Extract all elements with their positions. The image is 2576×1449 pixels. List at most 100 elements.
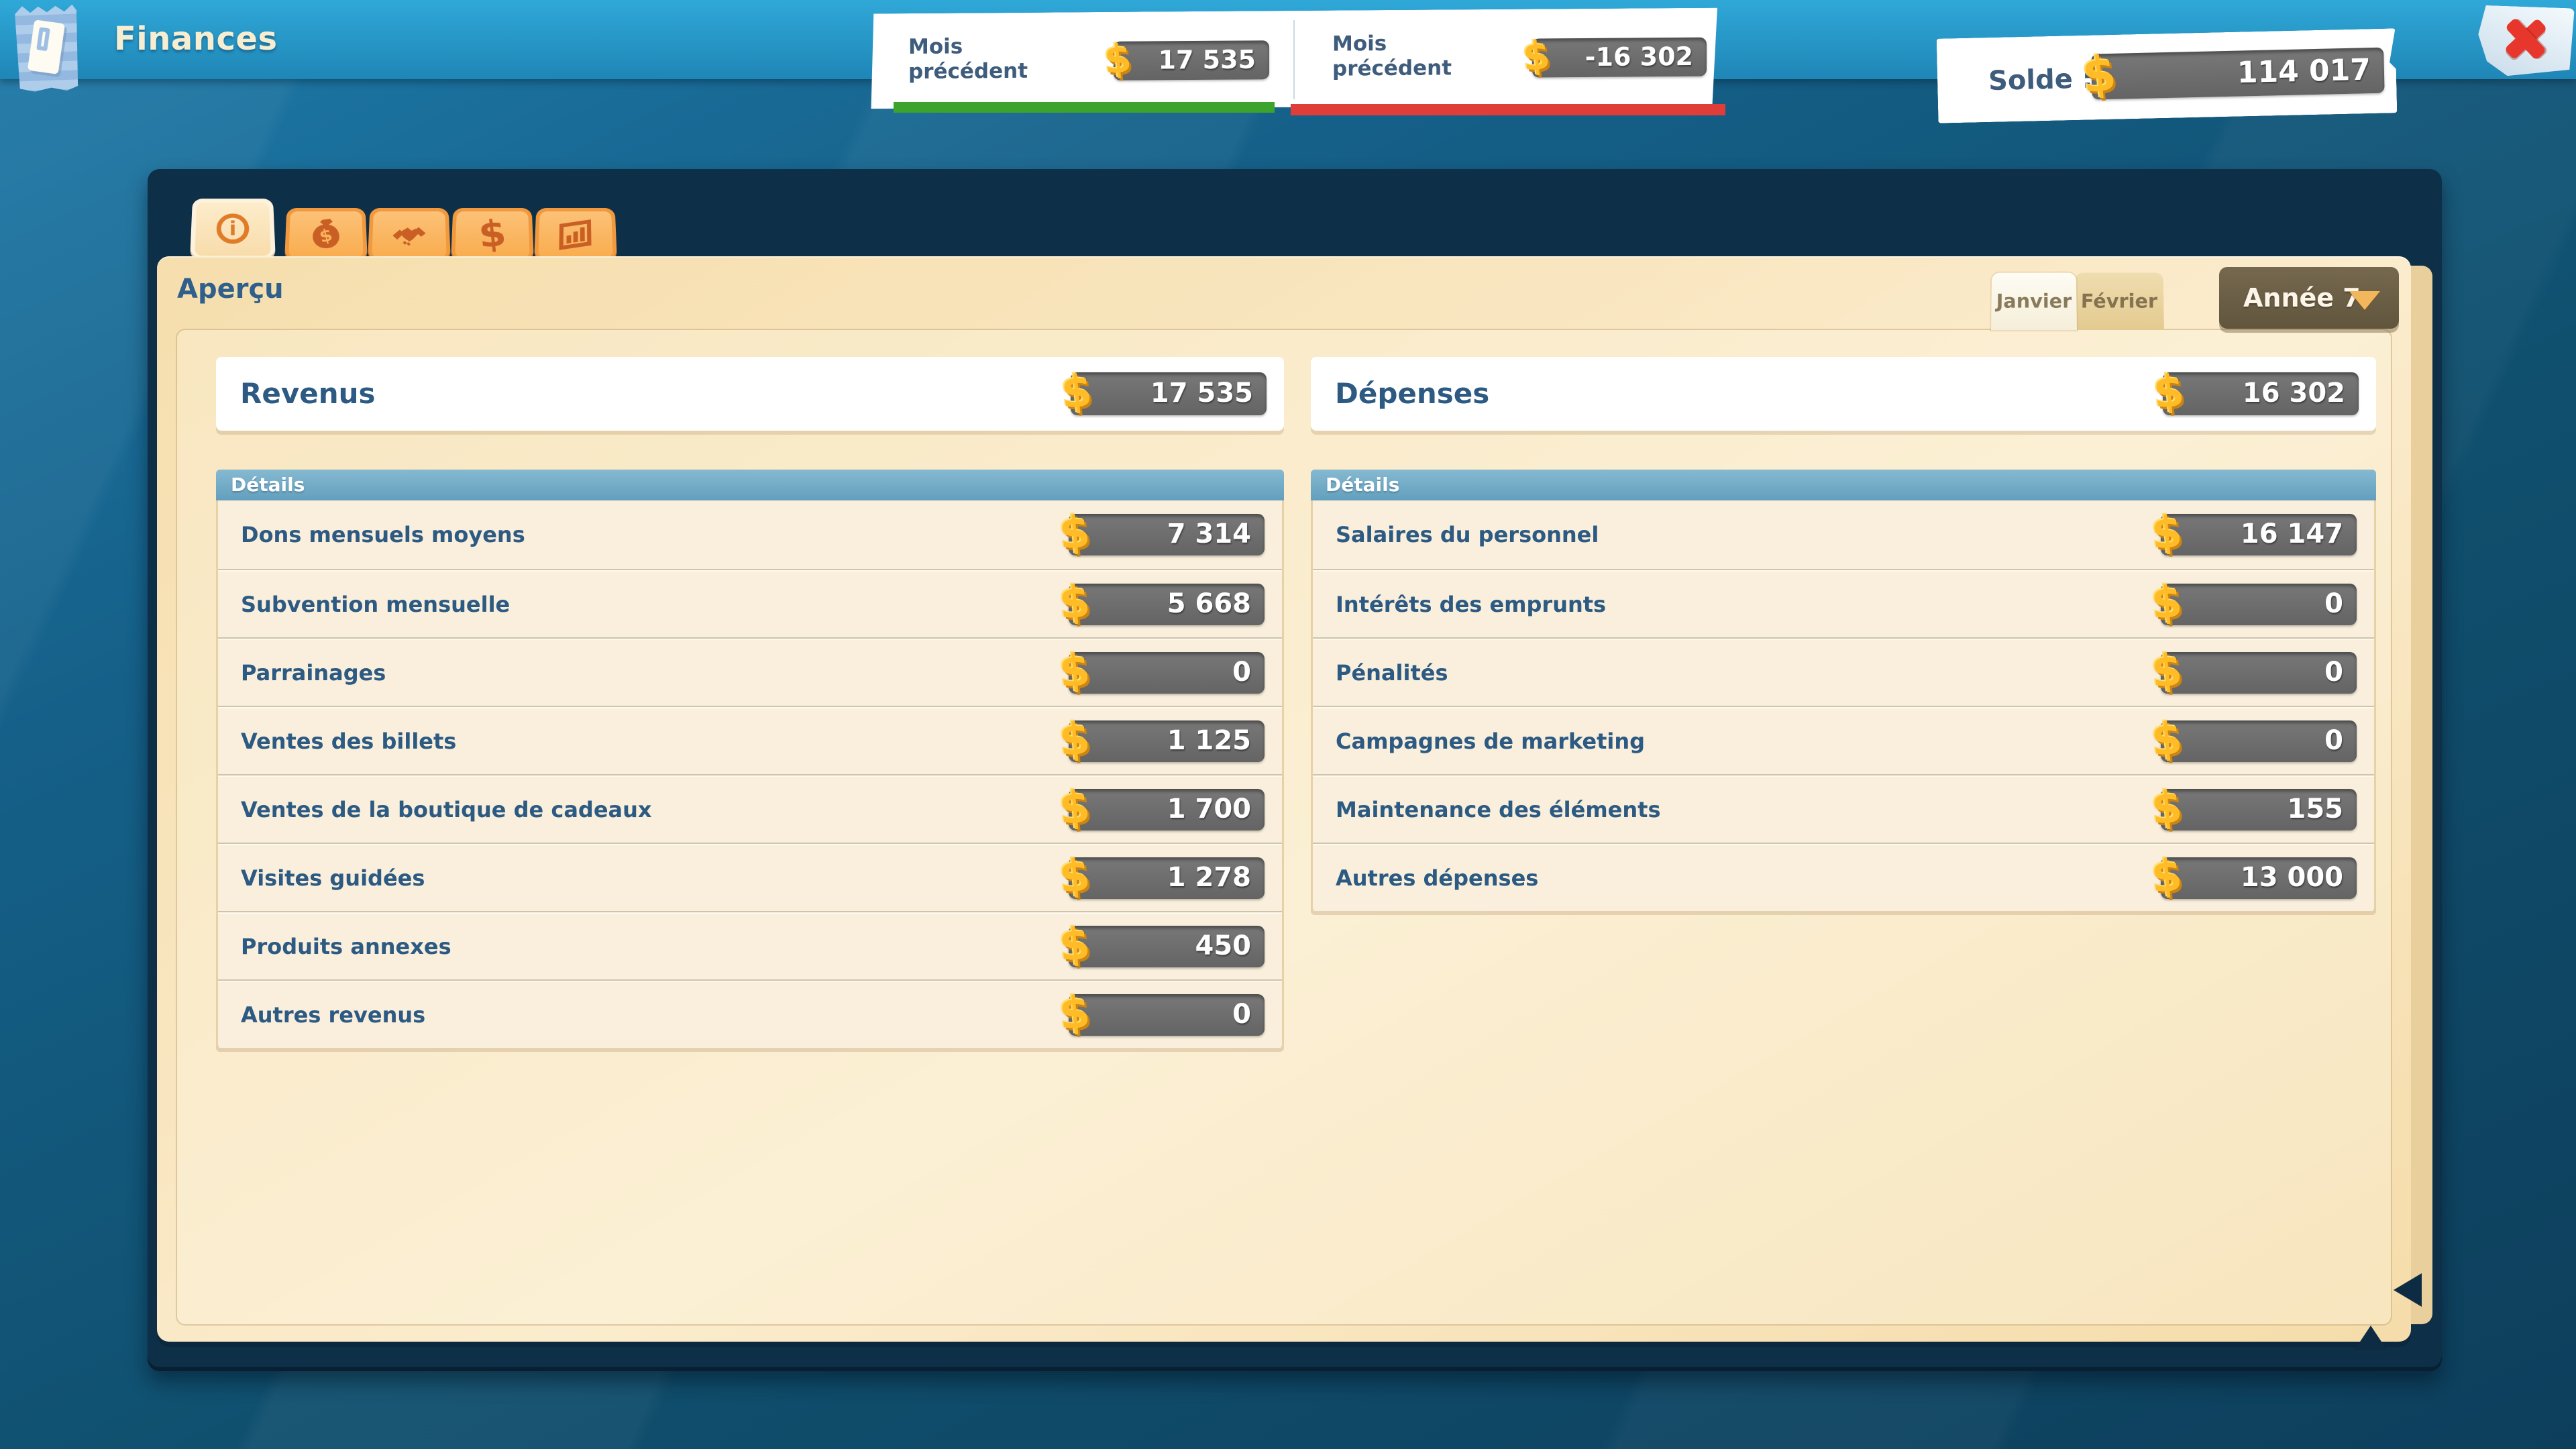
expense-negative-bar	[1291, 104, 1725, 115]
row-label: Maintenance des éléments	[1336, 775, 1661, 844]
finances-panel: Aperçu Janvier Février Année 7 Revenus $…	[157, 256, 2411, 1342]
row-value: 0	[1232, 657, 1251, 688]
month-tab-janvier[interactable]: Janvier	[1991, 273, 2077, 330]
month-tab-fevrier[interactable]: Février	[2074, 273, 2164, 330]
dollar-icon: $	[2149, 712, 2184, 767]
table-row: Autres dépenses $ 13 000	[1313, 843, 2374, 911]
prev-month-expense-label: Mois précédent	[1332, 31, 1487, 82]
year-dropdown-label: Année 7	[2243, 267, 2361, 329]
dollar-icon: $	[1057, 644, 1092, 698]
balance-pill: $ 114 017	[2091, 48, 2384, 100]
revenus-title: Revenus	[240, 357, 376, 431]
table-row: Visites guidées $ 1 278	[218, 843, 1282, 911]
resize-arrow-up-icon[interactable]	[2355, 1326, 2387, 1350]
amount-pill: $ 1 125	[1069, 720, 1265, 762]
amount-pill: $ 0	[2161, 652, 2357, 694]
depenses-title: Dépenses	[1335, 357, 1489, 431]
tab-overview[interactable]: i	[190, 199, 276, 260]
balance-value: 114 017	[2237, 53, 2371, 91]
dollar-icon: $	[1057, 781, 1092, 835]
amount-pill: $ 7 314	[1069, 514, 1265, 555]
details-label: Détails	[231, 470, 305, 500]
dollar-icon: $	[2149, 644, 2184, 698]
year-dropdown[interactable]: Année 7	[2219, 267, 2399, 329]
details-label: Détails	[1326, 470, 1399, 500]
balance-banner: Solde : $ 114 017	[1937, 28, 2398, 123]
row-label: Autres dépenses	[1336, 844, 1538, 912]
info-icon: i	[216, 213, 249, 244]
row-label: Parrainages	[241, 639, 386, 707]
revenus-total-value: 17 535	[1150, 378, 1253, 409]
revenus-total-pill: $ 17 535	[1071, 372, 1267, 415]
row-value: 1 125	[1167, 725, 1251, 756]
revenus-header-card: Revenus $ 17 535	[216, 357, 1284, 431]
dollar-icon: $	[2149, 849, 2184, 904]
depenses-total-pill: $ 16 302	[2163, 372, 2359, 415]
dollar-icon: $	[1057, 849, 1092, 904]
row-value: 5 668	[1167, 588, 1251, 619]
amount-pill: $ 0	[2161, 720, 2357, 762]
amount-pill: $ 0	[1069, 652, 1265, 694]
amount-pill: $ 450	[1069, 926, 1265, 967]
prev-month-income-pill: $ 17 535	[1114, 40, 1269, 80]
row-value: 13 000	[2241, 862, 2343, 893]
revenus-details-bar: Détails	[216, 470, 1284, 500]
panel-section-title: Aperçu	[177, 274, 284, 305]
row-value: 1 700	[1167, 794, 1251, 824]
dollar-icon: $	[1057, 576, 1092, 630]
table-row: Maintenance des éléments $ 155	[1313, 774, 2374, 843]
row-label: Visites guidées	[241, 844, 425, 912]
table-row: Pénalités $ 0	[1313, 637, 2374, 706]
row-value: 0	[2324, 657, 2343, 688]
prev-month-income-label: Mois précédent	[908, 34, 1063, 85]
dollar-icon: $	[1057, 918, 1092, 972]
previous-month-banner: Mois précédent $ 17 535 Mois précédent $…	[869, 8, 1717, 112]
table-row: Subvention mensuelle $ 5 668	[218, 569, 1282, 637]
amount-pill: $ 5 668	[1069, 584, 1265, 625]
balance-label: Solde :	[1988, 64, 2094, 97]
amount-pill: $ 0	[1069, 994, 1265, 1036]
page-title: Finances	[114, 20, 278, 58]
amount-pill: $ 16 147	[2161, 514, 2357, 555]
row-value: 7 314	[1167, 519, 1251, 549]
row-value: 450	[1195, 930, 1252, 961]
tab-loans[interactable]: $	[451, 208, 534, 262]
dollar-icon: $	[1059, 365, 1094, 419]
income-positive-bar	[894, 102, 1275, 113]
dollar-icon: $	[2079, 44, 2118, 104]
row-label: Intérêts des emprunts	[1336, 570, 1606, 639]
bar-chart-icon	[556, 217, 594, 252]
amount-pill: $ 13 000	[2161, 857, 2357, 899]
row-label: Ventes des billets	[241, 707, 456, 775]
prev-month-income: Mois précédent $ 17 535	[869, 11, 1293, 111]
table-row: Parrainages $ 0	[218, 637, 1282, 706]
table-row: Autres revenus $ 0	[218, 979, 1282, 1048]
dollar-icon: $	[477, 212, 508, 257]
prev-month-expense: Mois précédent $ -16 302	[1293, 8, 1717, 109]
tab-statistics[interactable]	[534, 208, 617, 262]
table-row: Dons mensuels moyens $ 7 314	[218, 500, 1282, 569]
resize-arrow-left-icon[interactable]	[2394, 1273, 2422, 1307]
tab-partnerships[interactable]	[368, 208, 451, 262]
dollar-icon: $	[2149, 576, 2184, 630]
tab-donations[interactable]: $	[284, 208, 368, 262]
finances-ledger-icon	[15, 4, 79, 92]
dollar-icon: $	[2151, 365, 2186, 419]
prev-month-income-value: 17 535	[1159, 45, 1256, 75]
prev-month-expense-value: -16 302	[1585, 42, 1693, 72]
game-screen: Finances Mois précédent $ 17 535 Mois pr…	[0, 0, 2576, 1449]
table-row: Produits annexes $ 450	[218, 911, 1282, 979]
prev-month-expense-pill: $ -16 302	[1532, 38, 1707, 78]
table-row: Ventes des billets $ 1 125	[218, 706, 1282, 774]
row-label: Subvention mensuelle	[241, 570, 510, 639]
row-label: Produits annexes	[241, 912, 451, 981]
row-value: 155	[2288, 794, 2344, 824]
amount-pill: $ 1 278	[1069, 857, 1265, 899]
row-label: Salaires du personnel	[1336, 500, 1599, 569]
depenses-total-value: 16 302	[2243, 378, 2345, 409]
amount-pill: $ 155	[2161, 789, 2357, 830]
handshake-icon	[390, 217, 428, 252]
row-label: Pénalités	[1336, 639, 1448, 707]
row-value: 16 147	[2241, 519, 2343, 549]
dollar-icon: $	[1521, 32, 1552, 80]
